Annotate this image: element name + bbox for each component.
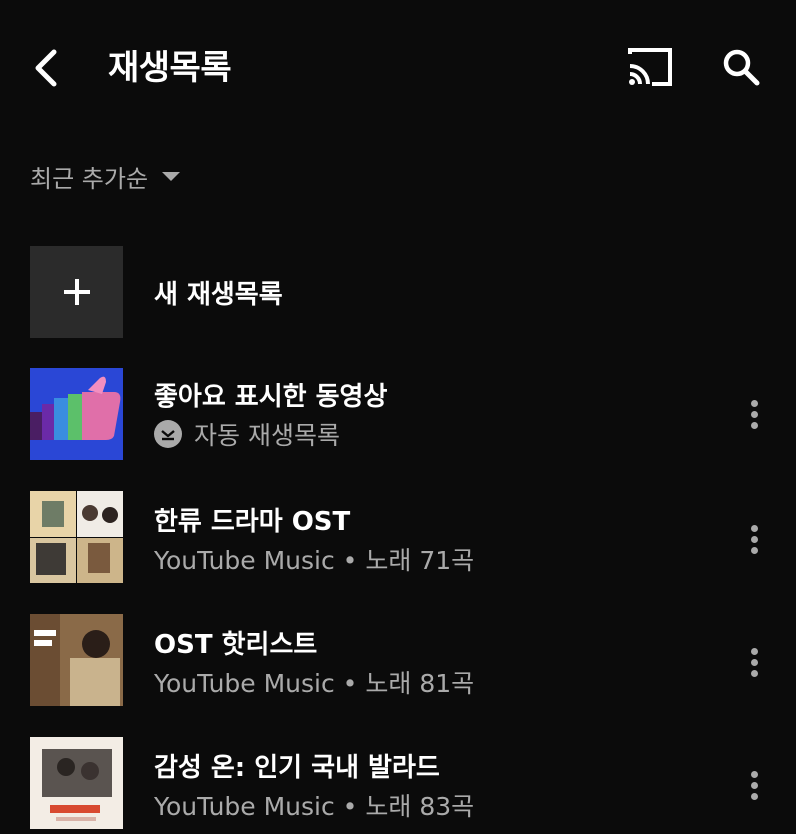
- playlist-title: 한류 드라마 OST: [154, 507, 351, 537]
- new-playlist-thumbnail: [30, 246, 123, 338]
- playlist-thumbnail: [30, 368, 123, 460]
- search-button[interactable]: [720, 46, 764, 90]
- dot: [750, 535, 758, 543]
- dot: [750, 410, 758, 418]
- dot: [750, 647, 758, 655]
- playlist-item[interactable]: 좋아요 표시한 동영상 자동 재생목록: [0, 368, 796, 460]
- dot: [750, 399, 758, 407]
- auto-playlist-icon: [154, 420, 182, 448]
- new-playlist-row[interactable]: 새 재생목록: [0, 246, 796, 338]
- playlist-subtitle: YouTube Music • 노래 81곡: [154, 669, 475, 698]
- playlist-subtitle: 자동 재생목록: [194, 421, 340, 450]
- sort-dropdown[interactable]: 최근 추가순: [30, 156, 181, 196]
- playlist-subtitle: YouTube Music • 노래 71곡: [154, 546, 475, 575]
- more-options-button[interactable]: [742, 765, 766, 805]
- dot: [750, 781, 758, 789]
- more-options-button[interactable]: [742, 642, 766, 682]
- dot: [750, 669, 758, 677]
- playlist-item[interactable]: 감성 온: 인기 국내 발라드 YouTube Music • 노래 83곡: [0, 737, 796, 829]
- dot: [750, 524, 758, 532]
- more-options-button[interactable]: [742, 519, 766, 559]
- sort-label: 최근 추가순: [30, 164, 149, 193]
- caret-down-icon: [162, 171, 181, 181]
- dot: [750, 421, 758, 429]
- dot: [750, 792, 758, 800]
- back-button[interactable]: [28, 44, 72, 92]
- playlist-item[interactable]: OST 핫리스트 YouTube Music • 노래 81곡: [0, 614, 796, 706]
- dot: [750, 658, 758, 666]
- ost-hotlist-artwork: [30, 614, 123, 706]
- cast-button[interactable]: [626, 46, 674, 88]
- playlist-title: 감성 온: 인기 국내 발라드: [154, 753, 440, 783]
- ballad-artwork: [30, 737, 123, 829]
- dot: [750, 546, 758, 554]
- app-header: 재생목록: [0, 0, 796, 130]
- playlist-subtitle-row: 자동 재생목록: [154, 416, 340, 452]
- playlist-title: OST 핫리스트: [154, 630, 318, 660]
- playlist-thumbnail: [30, 491, 123, 583]
- search-icon: [723, 49, 760, 86]
- playlist-thumbnail: [30, 614, 123, 706]
- back-icon: [35, 49, 57, 87]
- cast-icon: [628, 48, 672, 86]
- drama-ost-artwork: [30, 491, 123, 583]
- playlist-title: 좋아요 표시한 동영상: [154, 382, 388, 412]
- playlist-subtitle: YouTube Music • 노래 83곡: [154, 792, 475, 821]
- dot: [750, 770, 758, 778]
- page-title: 재생목록: [108, 48, 232, 88]
- playlist-thumbnail: [30, 737, 123, 829]
- playlist-item[interactable]: 한류 드라마 OST YouTube Music • 노래 71곡: [0, 491, 796, 583]
- liked-music-artwork: [30, 368, 123, 460]
- new-playlist-label: 새 재생목록: [154, 280, 283, 310]
- more-options-button[interactable]: [742, 394, 766, 434]
- plus-icon: [63, 279, 90, 305]
